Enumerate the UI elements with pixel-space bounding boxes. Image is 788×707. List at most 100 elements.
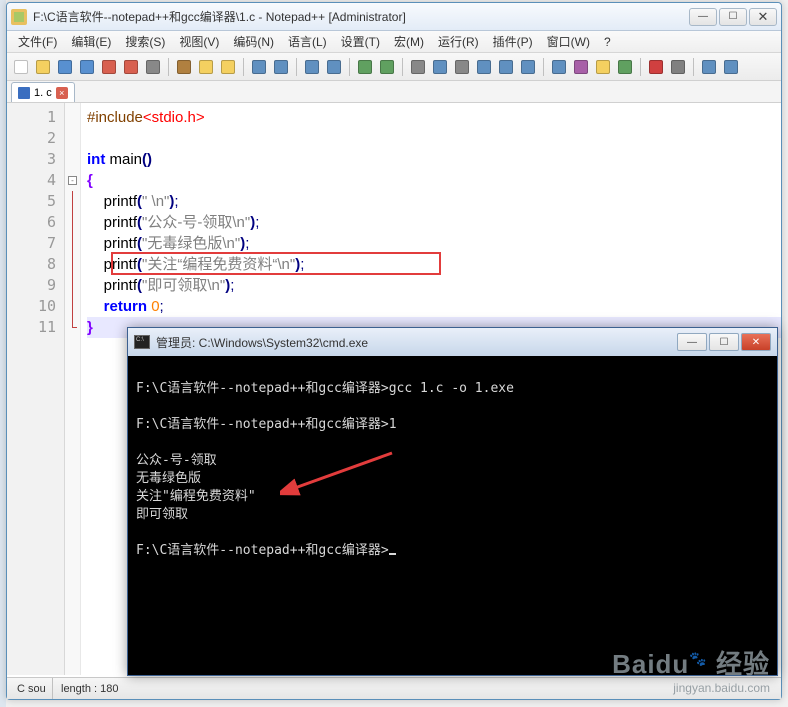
- menu-edit[interactable]: 编辑(E): [64, 30, 118, 53]
- monitor-button[interactable]: [615, 57, 635, 77]
- menu-encoding[interactable]: 编码(N): [226, 30, 281, 53]
- unfold-icon: [521, 60, 535, 74]
- watermark: Baidu🐾 经验 jingyan.baidu.com: [612, 644, 770, 695]
- doc-map-button[interactable]: [549, 57, 569, 77]
- unfold-button[interactable]: [518, 57, 538, 77]
- toolbar-separator: [296, 58, 297, 76]
- fold-cell: [65, 317, 80, 338]
- fold-margin: -: [65, 103, 81, 675]
- replace-button[interactable]: [324, 57, 344, 77]
- cmd-maximize-button[interactable]: ☐: [709, 333, 739, 351]
- line-number: 6: [11, 212, 56, 233]
- window-title: F:\C语言软件--notepad++和gcc编译器\1.c - Notepad…: [33, 8, 689, 25]
- indent-guide-button[interactable]: [474, 57, 494, 77]
- show-all-icon: [455, 60, 469, 74]
- indent-guide-icon: [477, 60, 491, 74]
- play-back-button[interactable]: [721, 57, 741, 77]
- code-line-4[interactable]: {: [87, 170, 781, 191]
- close-button[interactable]: ✕: [749, 8, 777, 26]
- save-icon: [58, 60, 72, 74]
- code-line-7[interactable]: printf("无毒绿色版\n");: [87, 233, 781, 254]
- find-button[interactable]: [302, 57, 322, 77]
- watermark-suffix: 经验: [716, 649, 770, 679]
- code-line-1[interactable]: #include<stdio.h>: [87, 107, 781, 128]
- code-line-5[interactable]: printf(" \n");: [87, 191, 781, 212]
- tab-1c[interactable]: 1. c ×: [11, 82, 75, 102]
- code-line-2[interactable]: [87, 128, 781, 149]
- menu-macro[interactable]: 宏(M): [387, 30, 431, 53]
- open-icon: [36, 60, 50, 74]
- line-number: 3: [11, 149, 56, 170]
- cmd-output[interactable]: F:\C语言软件--notepad++和gcc编译器>gcc 1.c -o 1.…: [128, 356, 777, 675]
- menu-run[interactable]: 运行(R): [431, 30, 486, 53]
- minimize-button[interactable]: —: [689, 8, 717, 26]
- fold-cell: [65, 296, 80, 317]
- code-line-8[interactable]: printf("关注“编程免费资料“\n");: [87, 254, 781, 275]
- close-icon: [102, 60, 116, 74]
- code-line-6[interactable]: printf("公众-号-领取\n");: [87, 212, 781, 233]
- record-button[interactable]: [646, 57, 666, 77]
- print-icon: [146, 60, 160, 74]
- code-line-9[interactable]: printf("即可领取\n");: [87, 275, 781, 296]
- menu-help[interactable]: ?: [597, 32, 618, 52]
- zoom-out-icon: [380, 60, 394, 74]
- line-number: 9: [11, 275, 56, 296]
- zoom-out-button[interactable]: [377, 57, 397, 77]
- sync-icon: [411, 60, 425, 74]
- menu-view[interactable]: 视图(V): [172, 30, 226, 53]
- close-button[interactable]: [99, 57, 119, 77]
- close-all-button[interactable]: [121, 57, 141, 77]
- play-fwd-button[interactable]: [699, 57, 719, 77]
- fold-cell: [65, 149, 80, 170]
- save-state-icon: [18, 87, 30, 99]
- fold-toggle[interactable]: -: [68, 176, 77, 185]
- tab-close-button[interactable]: ×: [56, 87, 68, 99]
- fold-button[interactable]: [496, 57, 516, 77]
- paste-icon: [221, 60, 235, 74]
- paw-icon: 🐾: [689, 650, 707, 666]
- cmd-minimize-button[interactable]: —: [677, 333, 707, 351]
- cmd-titlebar[interactable]: 管理员: C:\Windows\System32\cmd.exe — ☐ ✕: [128, 328, 777, 356]
- menu-file[interactable]: 文件(F): [11, 30, 64, 53]
- menu-settings[interactable]: 设置(T): [334, 30, 387, 53]
- undo-button[interactable]: [249, 57, 269, 77]
- show-all-button[interactable]: [452, 57, 472, 77]
- maximize-button[interactable]: ☐: [719, 8, 747, 26]
- undo-icon: [252, 60, 266, 74]
- cmd-icon: [134, 335, 150, 349]
- menu-window[interactable]: 窗口(W): [540, 30, 597, 53]
- open-button[interactable]: [33, 57, 53, 77]
- fold-cell: [65, 212, 80, 233]
- word-wrap-icon: [433, 60, 447, 74]
- save-button[interactable]: [55, 57, 75, 77]
- save-all-button[interactable]: [77, 57, 97, 77]
- toolbar: [7, 53, 781, 81]
- copy-button[interactable]: [196, 57, 216, 77]
- code-line-10[interactable]: return 0;: [87, 296, 781, 317]
- titlebar[interactable]: F:\C语言软件--notepad++和gcc编译器\1.c - Notepad…: [7, 3, 781, 31]
- redo-button[interactable]: [271, 57, 291, 77]
- find-icon: [305, 60, 319, 74]
- play-button[interactable]: [668, 57, 688, 77]
- menu-search[interactable]: 搜索(S): [118, 30, 172, 53]
- watermark-brand: Baidu: [612, 649, 689, 679]
- record-icon: [649, 60, 663, 74]
- cmd-close-button[interactable]: ✕: [741, 333, 771, 351]
- watermark-url: jingyan.baidu.com: [612, 681, 770, 695]
- zoom-in-button[interactable]: [355, 57, 375, 77]
- word-wrap-button[interactable]: [430, 57, 450, 77]
- cut-button[interactable]: [174, 57, 194, 77]
- line-number: 11: [11, 317, 56, 338]
- new-button[interactable]: [11, 57, 31, 77]
- window-controls: — ☐ ✕: [689, 8, 777, 26]
- print-button[interactable]: [143, 57, 163, 77]
- menu-plugins[interactable]: 插件(P): [486, 30, 540, 53]
- code-line-3[interactable]: int main(): [87, 149, 781, 170]
- fold-cell: [65, 128, 80, 149]
- sync-button[interactable]: [408, 57, 428, 77]
- paste-button[interactable]: [218, 57, 238, 77]
- fn-list-button[interactable]: [571, 57, 591, 77]
- line-number: 1: [11, 107, 56, 128]
- folder-button[interactable]: [593, 57, 613, 77]
- menu-language[interactable]: 语言(L): [281, 30, 334, 53]
